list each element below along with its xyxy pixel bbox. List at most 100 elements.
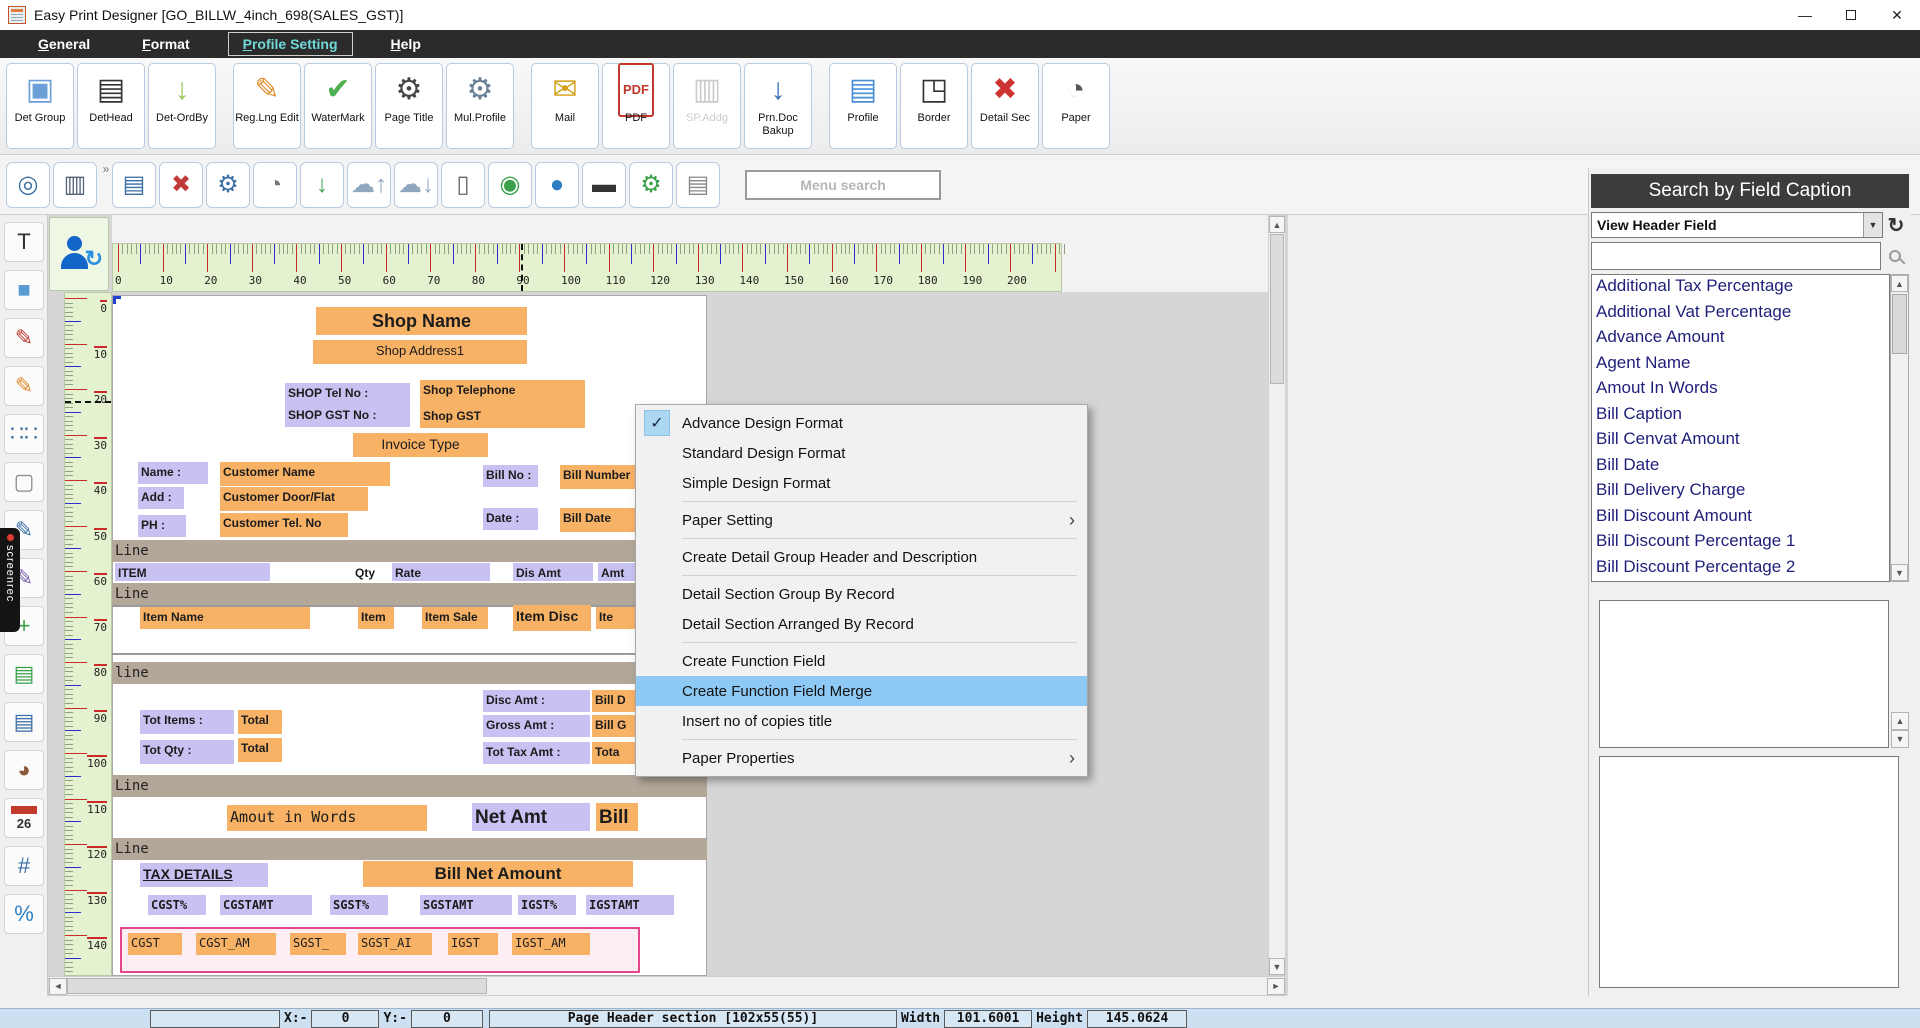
memory-chip-button[interactable]: ▬ xyxy=(582,162,626,208)
design-field[interactable]: SGST_ xyxy=(290,933,346,955)
canvas-horizontal-scrollbar[interactable]: ◄ ► xyxy=(48,976,1286,996)
design-field[interactable]: Tot Tax Amt : xyxy=(483,742,590,764)
close-button[interactable]: ✕ xyxy=(1874,0,1920,30)
paper-button[interactable]: ◔Paper xyxy=(1042,63,1110,149)
field-caption-list-item[interactable]: Additional Vat Percentage xyxy=(1592,301,1889,327)
detail-sec-button[interactable]: ✖Detail Sec xyxy=(971,63,1039,149)
page-title-button[interactable]: ⚙Page Title xyxy=(375,63,443,149)
cloud-upload-button[interactable]: ☁↑ xyxy=(347,162,391,208)
design-field[interactable]: Dis Amt xyxy=(513,563,593,581)
percent-tool-button[interactable]: % xyxy=(4,894,44,934)
text-field-tool-button[interactable]: T xyxy=(4,222,44,262)
mini-scroll-down-icon[interactable]: ▼ xyxy=(1891,730,1909,748)
field-caption-list-item[interactable]: Advance Amount xyxy=(1592,326,1889,352)
scroll-down-icon[interactable]: ▼ xyxy=(1269,958,1285,975)
design-field[interactable]: SGSTAMT xyxy=(420,895,512,915)
calendar-tool-button[interactable]: 26 xyxy=(4,798,44,838)
design-field[interactable]: Bill G xyxy=(592,715,636,737)
list-items-tool-button[interactable]: ▤ xyxy=(4,654,44,694)
design-field[interactable]: CGST xyxy=(128,933,182,955)
design-field[interactable]: CGSTAMT xyxy=(220,895,312,915)
menubar-item-format[interactable]: Format xyxy=(128,33,203,55)
field-caption-list-item[interactable]: Bill Delivery Charge xyxy=(1592,479,1889,505)
pdf-button[interactable]: PDFPDF xyxy=(602,63,670,149)
context-menu-item-detail-section-arranged-by-record[interactable]: Detail Section Arranged By Record xyxy=(636,609,1087,639)
design-field[interactable]: Bill Net Amount xyxy=(363,861,633,887)
field-caption-list-item[interactable]: Bill Discount Amount xyxy=(1592,505,1889,531)
list-scrollbar[interactable]: ▲ ▼ xyxy=(1890,274,1909,582)
design-field[interactable]: Ite xyxy=(596,607,638,629)
print-button[interactable]: ▥ xyxy=(53,162,97,208)
overflow-chevron-icon[interactable]: » xyxy=(100,162,112,208)
print-gear-button[interactable]: ⚙ xyxy=(629,162,673,208)
refresh-icon[interactable]: ↻ xyxy=(1883,212,1909,238)
design-field[interactable]: SHOP Tel No : xyxy=(285,383,410,405)
field-caption-list-item[interactable]: Bill Discount Percentage 1 xyxy=(1592,530,1889,556)
field-caption-list-item[interactable]: Bill Date xyxy=(1592,454,1889,480)
field-caption-list-item[interactable]: Amout In Words xyxy=(1592,377,1889,403)
section-line-band[interactable]: Line xyxy=(112,540,707,562)
marker-tool-button[interactable]: ✎ xyxy=(4,318,44,358)
design-field[interactable]: Item xyxy=(358,607,394,629)
section-line-band[interactable]: Line xyxy=(112,583,707,605)
context-menu-item-insert-no-of-copies-title[interactable]: Insert no of copies title xyxy=(636,706,1087,736)
mini-scroll-up-icon[interactable]: ▲ xyxy=(1891,712,1909,730)
designer-settings-button[interactable]: ✖ xyxy=(159,162,203,208)
list-scroll-up-icon[interactable]: ▲ xyxy=(1891,275,1908,292)
design-field[interactable]: Total xyxy=(238,710,282,734)
det-group-button[interactable]: ▣Det Group xyxy=(6,63,74,149)
search-icon[interactable] xyxy=(1881,242,1909,270)
list-scroll-thumb[interactable] xyxy=(1892,294,1907,354)
dots-grid-tool-button[interactable]: ∷∷ xyxy=(4,414,44,454)
design-field[interactable]: TAX DETAILS xyxy=(140,863,268,887)
chevron-down-icon[interactable]: ▼ xyxy=(1863,213,1882,237)
section-line-band[interactable]: line xyxy=(112,662,707,684)
design-field[interactable]: Customer Door/Flat xyxy=(220,487,368,511)
design-field[interactable]: Invoice Type xyxy=(353,433,488,457)
border-button[interactable]: ◳Border xyxy=(900,63,968,149)
context-menu-item-standard-design-format[interactable]: Standard Design Format xyxy=(636,438,1087,468)
record-structure-button[interactable]: ↓ xyxy=(300,162,344,208)
context-menu-item-create-detail-group-header-and-description[interactable]: Create Detail Group Header and Descripti… xyxy=(636,542,1087,572)
design-field[interactable]: Customer Name xyxy=(220,462,390,486)
design-field[interactable]: SGST% xyxy=(330,895,388,915)
context-menu-item-create-function-field-merge[interactable]: Create Function Field Merge xyxy=(636,676,1087,706)
design-field[interactable]: Tot Items : xyxy=(140,710,234,734)
design-field[interactable]: Qty xyxy=(352,563,392,581)
design-field[interactable]: Amout in Words xyxy=(227,805,427,831)
prn-doc-bakup-button[interactable]: ↓Prn.Doc Bakup xyxy=(744,63,812,149)
design-field[interactable]: Tot Qty : xyxy=(140,740,234,764)
minimize-button[interactable]: — xyxy=(1782,0,1828,30)
field-caption-list-item[interactable]: Additional Tax Percentage xyxy=(1592,275,1889,301)
design-field[interactable]: Gross Amt : xyxy=(483,715,590,737)
design-field[interactable]: Shop Name xyxy=(316,307,527,335)
context-menu-item-paper-setting[interactable]: Paper Setting› xyxy=(636,505,1087,535)
receipt-printer-button[interactable]: ▯ xyxy=(441,162,485,208)
design-field[interactable]: Item Disc xyxy=(513,605,591,631)
design-field[interactable]: Rate xyxy=(392,563,490,581)
maximize-button[interactable] xyxy=(1828,0,1874,30)
design-field[interactable]: Bill No : xyxy=(483,465,538,487)
detail-panel-tool-button[interactable]: ■ xyxy=(4,270,44,310)
mul-profile-button[interactable]: ⚙Mul.Profile xyxy=(446,63,514,149)
menubar-item-help[interactable]: Help xyxy=(377,33,435,55)
profile-button[interactable]: ▤Profile xyxy=(829,63,897,149)
pencil-tool-button[interactable]: ✎ xyxy=(4,366,44,406)
design-field[interactable]: Tota xyxy=(592,742,636,764)
design-field[interactable]: Item Sale xyxy=(422,607,488,629)
document-lines-tool-button[interactable]: ▤ xyxy=(4,702,44,742)
design-field[interactable]: Name : xyxy=(138,462,208,484)
canvas-vertical-scrollbar[interactable]: ▲ ▼ xyxy=(1268,215,1286,976)
watermark-button[interactable]: ✔WaterMark xyxy=(304,63,372,149)
scroll-up-icon[interactable]: ▲ xyxy=(1269,216,1285,233)
design-field[interactable]: Item Name xyxy=(140,607,310,629)
screenrec-tab[interactable]: screenrec xyxy=(0,528,20,632)
context-menu-item-detail-section-group-by-record[interactable]: Detail Section Group By Record xyxy=(636,579,1087,609)
det-head-button[interactable]: ▤DetHead xyxy=(77,63,145,149)
print-preview-button[interactable]: ◎ xyxy=(6,162,50,208)
mail-button[interactable]: ✉Mail xyxy=(531,63,599,149)
context-menu-item-create-function-field[interactable]: Create Function Field xyxy=(636,646,1087,676)
print-copies-button[interactable]: ▤ xyxy=(676,162,720,208)
section-line-band[interactable]: Line xyxy=(112,838,707,860)
horizontal-scroll-thumb[interactable] xyxy=(67,978,487,994)
